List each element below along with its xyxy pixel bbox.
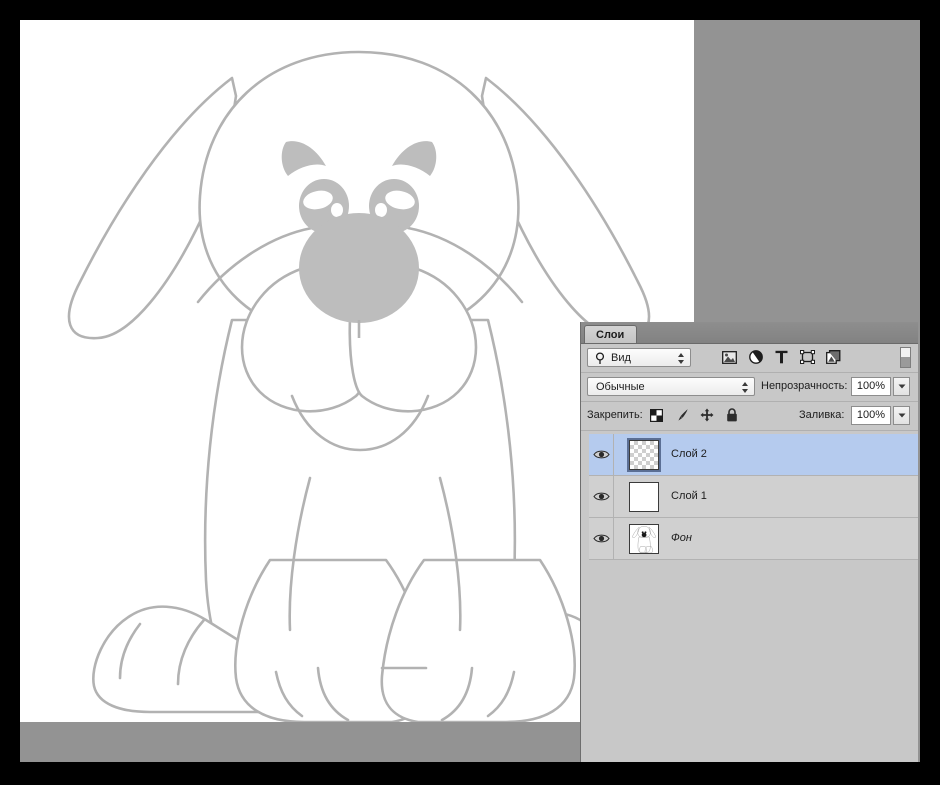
column-divider: [613, 434, 614, 475]
table-row[interactable]: Слой 1: [581, 476, 918, 518]
photoshop-workspace: Слои Вид: [20, 20, 920, 762]
thumbnail-selection-frame: [627, 438, 661, 472]
lock-icons: [649, 407, 739, 423]
panel-scrollbar-thumb[interactable]: [900, 347, 911, 368]
layer-thumbnail-artwork: [629, 524, 659, 554]
spin-arrows-icon[interactable]: [741, 381, 749, 394]
blend-mode-value: Обычные: [596, 380, 645, 395]
eye-icon: [593, 533, 610, 544]
lock-fill-row: Закрепить:: [581, 402, 918, 431]
puppy-thumbnail-icon: [630, 525, 658, 553]
layer-visibility-toggle[interactable]: [589, 518, 614, 559]
eye-icon: [593, 491, 610, 502]
opacity-input[interactable]: 100%: [851, 377, 891, 396]
lock-image-pixels-icon[interactable]: [674, 407, 689, 423]
filter-type-icon[interactable]: [773, 348, 790, 366]
chevron-down-icon: [898, 413, 906, 418]
opacity-label: Непрозрачность:: [761, 377, 847, 396]
lock-label: Закрепить:: [587, 402, 643, 429]
chevron-down-icon: [898, 384, 906, 389]
layer-visibility-toggle[interactable]: [589, 434, 614, 475]
panel-tab-bar: Слои: [581, 322, 918, 344]
filter-shape-icon[interactable]: [799, 348, 816, 366]
layer-visibility-toggle[interactable]: [589, 476, 614, 517]
blend-mode-select[interactable]: Обычные: [587, 377, 755, 396]
layer-filter-icons: [721, 348, 842, 366]
layers-panel[interactable]: Слои Вид: [580, 322, 918, 762]
puppy-nose: [299, 213, 419, 323]
layer-filter-row: Вид: [581, 344, 918, 373]
layer-thumbnail-wrap[interactable]: [627, 438, 661, 472]
spin-arrows-icon[interactable]: [677, 352, 685, 365]
lock-position-icon[interactable]: [699, 407, 714, 423]
blend-opacity-row: Обычные Непрозрачность: 100%: [581, 373, 918, 402]
layer-list[interactable]: Слой 2 Слой 1: [581, 434, 918, 762]
fill-input[interactable]: 100%: [851, 406, 891, 425]
filter-pixels-icon[interactable]: [721, 348, 738, 366]
table-row[interactable]: Фон: [581, 518, 918, 560]
column-divider: [613, 476, 614, 517]
tab-layers[interactable]: Слои: [584, 325, 637, 343]
layer-thumbnail-wrap[interactable]: [627, 480, 661, 514]
layer-name-label: Фон: [671, 518, 692, 559]
lock-all-icon[interactable]: [724, 407, 739, 423]
layer-name-label: Слой 1: [671, 476, 707, 517]
layer-thumbnail-white: [629, 482, 659, 512]
table-row[interactable]: Слой 2: [581, 434, 918, 476]
list-gutter: [581, 434, 589, 762]
layer-filter-value: Вид: [611, 351, 631, 366]
column-divider: [613, 518, 614, 559]
filter-smart-object-icon[interactable]: [825, 348, 842, 366]
fill-dropdown-button[interactable]: [893, 406, 910, 425]
opacity-dropdown-button[interactable]: [893, 377, 910, 396]
layer-thumbnail-wrap[interactable]: [627, 522, 661, 556]
magnifier-icon: [595, 352, 607, 365]
layer-filter-select[interactable]: Вид: [587, 348, 691, 367]
eye-icon: [593, 449, 610, 460]
lock-transparent-pixels-icon[interactable]: [649, 407, 664, 423]
fill-label: Заливка:: [799, 406, 844, 425]
filter-adjustment-icon[interactable]: [747, 348, 764, 366]
layer-name-label: Слой 2: [671, 434, 707, 475]
